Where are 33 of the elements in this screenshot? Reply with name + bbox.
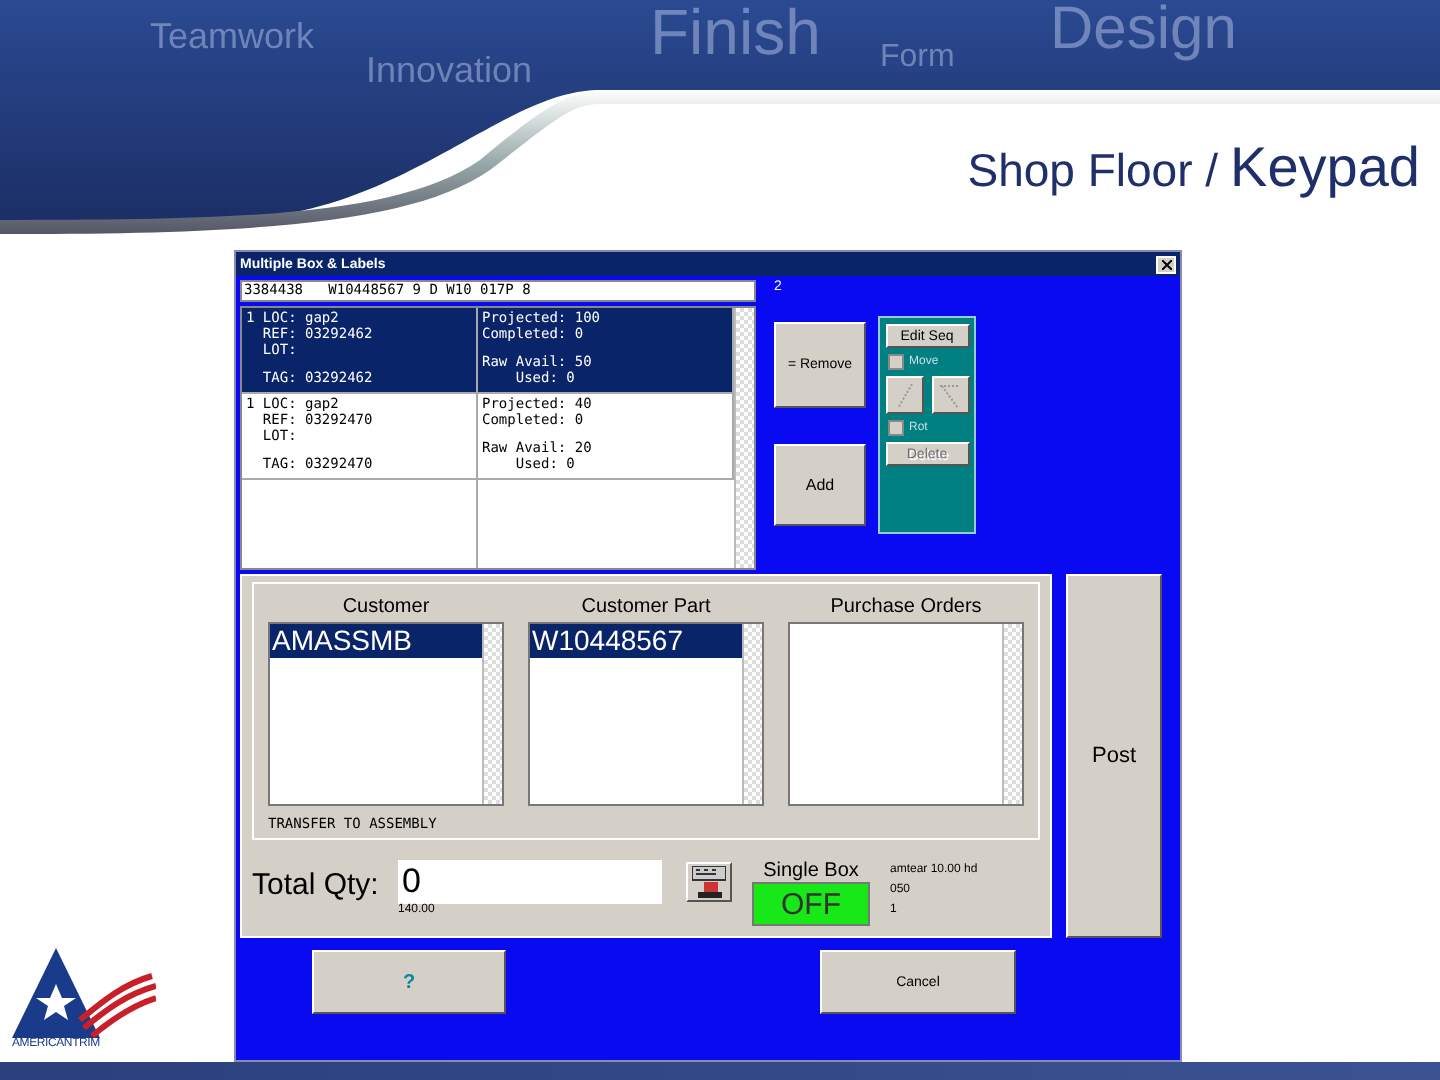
logo-icon xyxy=(12,948,156,1038)
list-item[interactable]: W10448567 xyxy=(530,624,742,658)
single-box-label: Single Box xyxy=(763,860,859,882)
list-header: Customer Part xyxy=(581,596,711,618)
scrollbar[interactable] xyxy=(1002,624,1022,804)
banner-word: Design xyxy=(1050,0,1237,64)
banner-word: Form xyxy=(880,40,955,76)
scrollbar[interactable] xyxy=(482,624,502,804)
single-box-toggle[interactable]: OFF xyxy=(752,882,870,926)
post-button[interactable]: Post xyxy=(1066,574,1162,938)
total-qty-label: Total Qty: xyxy=(252,868,381,902)
slide-title: Shop Floor / xyxy=(967,144,1219,198)
list-item[interactable]: AMASSMB xyxy=(270,624,482,658)
corner-button[interactable] xyxy=(931,376,969,414)
slash-button[interactable] xyxy=(885,376,923,414)
list-header: Customer xyxy=(342,596,430,618)
close-icon xyxy=(1161,259,1171,269)
keyboard-icon xyxy=(692,866,726,898)
close-button[interactable] xyxy=(1156,255,1176,273)
total-qty-field[interactable]: 0 xyxy=(398,860,662,904)
corner-icon xyxy=(940,383,960,407)
banner-word: Finish xyxy=(650,0,821,70)
slash-icon xyxy=(895,383,913,407)
banner-word: Teamwork xyxy=(150,16,315,58)
list-header: Purchase Orders xyxy=(830,596,982,618)
move-checkbox[interactable] xyxy=(887,354,903,370)
scrollbar[interactable] xyxy=(734,307,754,568)
banner-word: Innovation xyxy=(366,50,533,92)
slide-title-emphasis: Keypad xyxy=(1230,136,1420,200)
rot-checkbox[interactable] xyxy=(887,420,903,436)
add-button[interactable]: Add xyxy=(774,444,866,526)
keyboard-button[interactable] xyxy=(686,862,732,902)
scrollbar[interactable] xyxy=(742,624,762,804)
